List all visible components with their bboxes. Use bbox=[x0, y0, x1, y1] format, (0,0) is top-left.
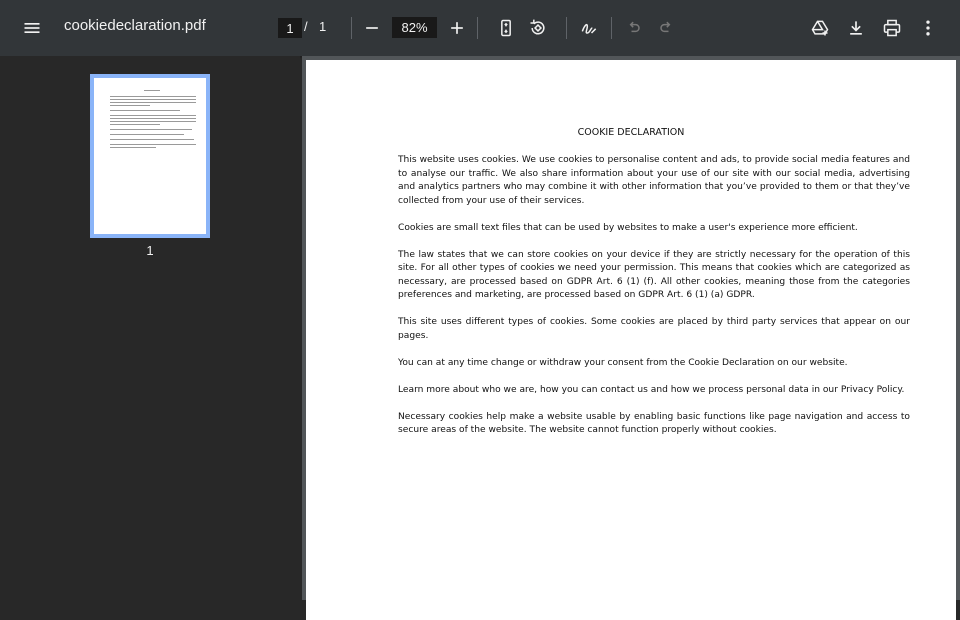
toolbar-divider bbox=[611, 17, 612, 39]
current-page-input[interactable]: 1 bbox=[278, 18, 302, 38]
download-icon bbox=[850, 21, 862, 35]
page-thumbnail[interactable] bbox=[90, 74, 210, 238]
document-paragraph: Cookies are small text files that can be… bbox=[398, 222, 858, 233]
pdf-page: COOKIE DECLARATION This website uses coo… bbox=[306, 60, 956, 620]
toolbar-divider bbox=[566, 17, 567, 39]
thumbnail-page-number: 1 bbox=[146, 243, 154, 258]
document-body: This website uses cookies. We use cookie… bbox=[398, 154, 910, 451]
add-to-drive-button[interactable] bbox=[804, 12, 836, 44]
rotate-button[interactable] bbox=[522, 12, 554, 44]
fit-page-button[interactable] bbox=[490, 12, 522, 44]
more-options-button[interactable] bbox=[912, 12, 944, 44]
document-paragraph: This website uses cookies. We use cookie… bbox=[398, 155, 910, 206]
plus-icon bbox=[451, 22, 463, 34]
document-viewer[interactable]: COOKIE DECLARATION This website uses coo… bbox=[302, 56, 960, 620]
fit-page-icon bbox=[501, 19, 511, 37]
undo-button[interactable] bbox=[618, 12, 650, 44]
toolbar-divider bbox=[351, 17, 352, 39]
print-button[interactable] bbox=[876, 12, 908, 44]
total-pages: 1 bbox=[319, 19, 327, 34]
redo-icon bbox=[660, 21, 671, 33]
minus-icon bbox=[366, 27, 378, 29]
document-paragraph: The law states that we can store cookies… bbox=[398, 249, 910, 301]
thumbnail-sidebar: 1 bbox=[0, 56, 300, 600]
page-separator: / bbox=[304, 19, 308, 34]
document-paragraph: Learn more about who we are, how you can… bbox=[398, 384, 905, 395]
zoom-out-button[interactable] bbox=[356, 12, 388, 44]
document-heading: COOKIE DECLARATION bbox=[577, 127, 685, 138]
print-icon bbox=[883, 19, 901, 37]
rotate-icon bbox=[530, 19, 545, 35]
drive-add-icon bbox=[811, 20, 829, 36]
annotate-icon bbox=[581, 23, 597, 34]
toolbar-divider bbox=[477, 17, 478, 39]
download-button[interactable] bbox=[840, 12, 872, 44]
document-paragraph: Necessary cookies help make a website us… bbox=[398, 411, 910, 436]
pdf-toolbar: cookiedeclaration.pdf 1 / 1 82% bbox=[0, 0, 960, 56]
undo-icon bbox=[629, 21, 640, 33]
document-paragraph: You can at any time change or withdraw y… bbox=[398, 357, 848, 368]
thumbnail-preview bbox=[94, 78, 206, 234]
more-vert-icon bbox=[926, 20, 930, 36]
annotate-button[interactable] bbox=[573, 12, 605, 44]
document-paragraph: This site uses different types of cookie… bbox=[398, 317, 910, 341]
zoom-level-input[interactable]: 82% bbox=[392, 17, 437, 38]
hamburger-menu-icon[interactable] bbox=[16, 12, 48, 44]
zoom-in-button[interactable] bbox=[441, 12, 473, 44]
file-title: cookiedeclaration.pdf bbox=[64, 17, 206, 34]
redo-button[interactable] bbox=[650, 12, 682, 44]
